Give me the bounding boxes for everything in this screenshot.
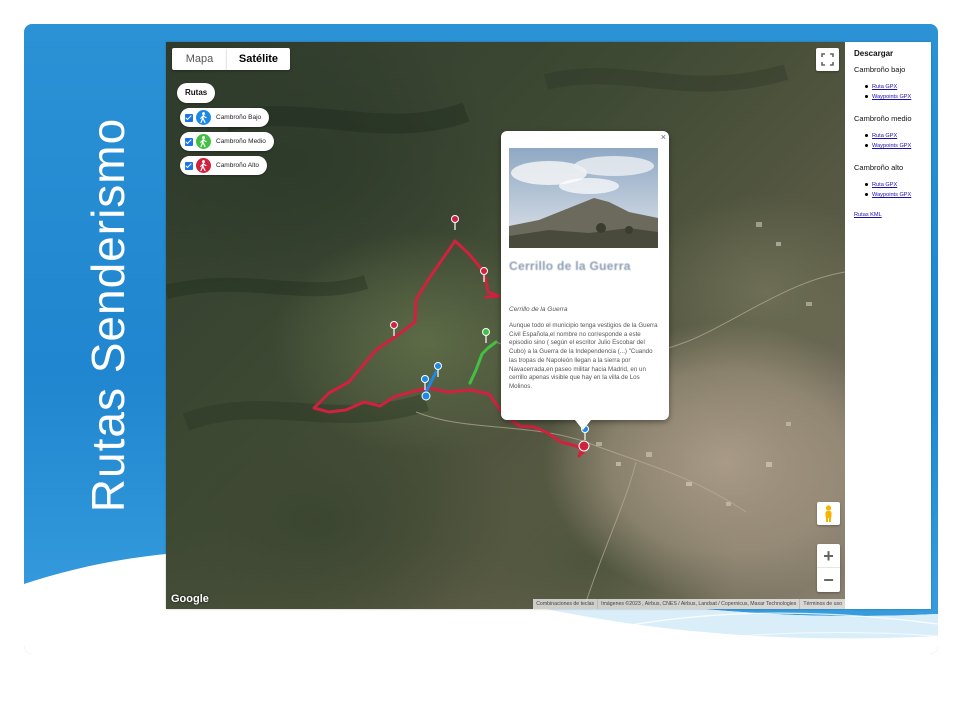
sidebar-title: Descargar bbox=[854, 49, 894, 58]
list-item: Waypoints GPX bbox=[865, 190, 931, 200]
routes-panel-title: Rutas bbox=[177, 83, 216, 103]
route-alto-loop[interactable] bbox=[453, 239, 501, 299]
info-subtitle: Cerrillo de la Guerra bbox=[509, 306, 568, 313]
sidebar-group-title: Cambroño bajo bbox=[854, 65, 906, 74]
map-pin-icon[interactable] bbox=[390, 321, 398, 337]
sidebar-link-list: Ruta GPX Waypoints GPX bbox=[865, 82, 931, 102]
waypoints-gpx-link[interactable]: Waypoints GPX bbox=[872, 94, 911, 100]
info-window: × Cerrillo de la Guerra Cerrillo de la G… bbox=[501, 131, 669, 430]
route-toggle-alto[interactable]: Cambroño Alto bbox=[180, 156, 267, 175]
checkbox-icon[interactable] bbox=[185, 137, 193, 146]
route-toggle-bajo[interactable]: Cambroño Bajo bbox=[180, 108, 270, 127]
hiker-icon bbox=[196, 134, 211, 149]
close-icon[interactable]: × bbox=[661, 132, 666, 142]
list-item: Ruta GPX bbox=[865, 180, 931, 190]
checkbox-icon[interactable] bbox=[185, 161, 193, 170]
map-attribution: Combinaciones de teclas Imágenes ©2023 ,… bbox=[533, 599, 845, 609]
selected-marker[interactable] bbox=[578, 440, 590, 452]
map-pin-icon[interactable] bbox=[451, 215, 459, 231]
checkbox-icon[interactable] bbox=[185, 113, 193, 122]
routes-panel: Rutas Cambroño Bajo Cambroño Medio Cambr… bbox=[177, 82, 274, 175]
info-text: Aunque todo el municipio tenga vestigios… bbox=[509, 322, 658, 390]
slide: Rutas Senderismo Mapa Satélite Rutas Cam… bbox=[0, 0, 960, 720]
sidebar-group-title: Cambroño medio bbox=[854, 114, 912, 123]
street-view-button[interactable] bbox=[817, 502, 840, 525]
route-toggle-medio[interactable]: Cambroño Medio bbox=[180, 132, 274, 151]
sidebar-group-title: Cambroño alto bbox=[854, 163, 904, 172]
zoom-in-button[interactable]: + bbox=[817, 544, 840, 568]
fullscreen-button[interactable] bbox=[816, 48, 839, 71]
satellite-map[interactable]: Mapa Satélite Rutas Cambroño Bajo Cambro… bbox=[166, 42, 845, 609]
kml-download-link[interactable]: Rutas KML bbox=[854, 212, 931, 218]
sidebar-link-list: Ruta GPX Waypoints GPX bbox=[865, 131, 931, 151]
hiker-icon bbox=[196, 110, 211, 125]
slide-title: Rutas Senderismo bbox=[82, 117, 134, 513]
map-pin-icon[interactable] bbox=[482, 328, 490, 344]
fullscreen-icon bbox=[821, 53, 834, 66]
map-type-map-button[interactable]: Mapa bbox=[172, 48, 227, 70]
waypoints-gpx-link[interactable]: Waypoints GPX bbox=[872, 192, 911, 198]
info-window-tail bbox=[575, 420, 591, 430]
route-start-marker[interactable] bbox=[421, 391, 431, 401]
download-sidebar: Descargar Cambroño bajo Ruta GPX Waypoin… bbox=[848, 42, 931, 609]
info-photo bbox=[509, 148, 658, 248]
terms-link[interactable]: Términos de uso bbox=[799, 599, 845, 609]
route-medio-path[interactable] bbox=[468, 340, 498, 385]
list-item: Waypoints GPX bbox=[865, 141, 931, 151]
waypoints-gpx-link[interactable]: Waypoints GPX bbox=[872, 143, 911, 149]
list-item: Ruta GPX bbox=[865, 131, 931, 141]
google-logo: Google bbox=[171, 593, 209, 605]
info-title: Cerrillo de la Guerra bbox=[509, 259, 631, 273]
map-app: Mapa Satélite Rutas Cambroño Bajo Cambro… bbox=[166, 42, 931, 609]
route-toggle-label: Cambroño Alto bbox=[216, 162, 259, 169]
hiker-icon bbox=[196, 158, 211, 173]
ruta-gpx-link[interactable]: Ruta GPX bbox=[872, 182, 897, 188]
ruta-gpx-link[interactable]: Ruta GPX bbox=[872, 133, 897, 139]
map-type-satellite-button[interactable]: Satélite bbox=[227, 48, 290, 70]
route-toggle-label: Cambroño Bajo bbox=[216, 114, 262, 121]
list-item: Ruta GPX bbox=[865, 82, 931, 92]
zoom-out-button[interactable]: − bbox=[817, 568, 840, 592]
keyboard-shortcuts-link[interactable]: Combinaciones de teclas bbox=[533, 599, 597, 609]
imagery-credit: Imágenes ©2023 , Airbus, CNES / Airbus, … bbox=[597, 599, 799, 609]
ruta-gpx-link[interactable]: Ruta GPX bbox=[872, 84, 897, 90]
route-toggle-label: Cambroño Medio bbox=[216, 138, 266, 145]
sidebar-link-list: Ruta GPX Waypoints GPX bbox=[865, 180, 931, 200]
pegman-icon bbox=[825, 505, 832, 522]
list-item: Waypoints GPX bbox=[865, 92, 931, 102]
zoom-control: + − bbox=[817, 544, 840, 592]
